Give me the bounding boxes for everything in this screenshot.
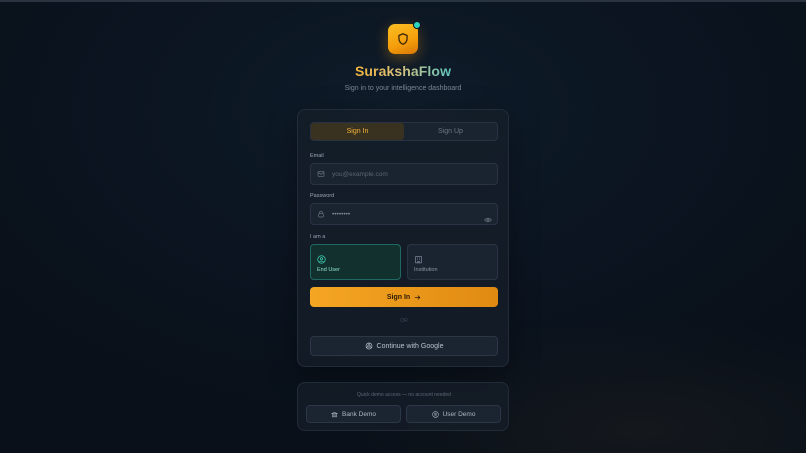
or-divider: OR [400, 318, 408, 324]
auth-card: Sign In Sign Up Email Password I am a [297, 109, 509, 367]
google-sign-in-button[interactable]: Continue with Google [310, 336, 498, 356]
email-label: Email [310, 153, 324, 159]
password-field-wrapper[interactable] [310, 203, 498, 225]
email-field-wrapper[interactable] [310, 163, 498, 185]
role-label-end-user: End User [317, 267, 340, 273]
building-icon [414, 251, 423, 264]
arrow-right-icon [414, 294, 421, 300]
user-demo-label: User Demo [442, 410, 476, 418]
bank-demo-button[interactable]: Bank Demo [306, 405, 401, 423]
app-logo [388, 21, 421, 54]
sign-in-button-label: Sign In [386, 293, 411, 301]
bank-demo-label: Bank Demo [342, 410, 376, 418]
role-option-end-user[interactable]: End User [310, 244, 401, 280]
tab-sign-in[interactable]: Sign In [311, 123, 404, 140]
sign-in-button[interactable]: Sign In [310, 287, 498, 307]
password-input[interactable] [332, 210, 482, 218]
demo-access-card: Quick demo access — no account needed Ba… [297, 382, 509, 431]
app-tagline: Sign in to your intelligence dashboard [344, 85, 462, 92]
email-input[interactable] [332, 170, 482, 178]
user-icon [431, 410, 439, 418]
bank-icon [331, 411, 339, 417]
role-label: I am a [310, 234, 326, 240]
user-circle-icon [317, 251, 326, 264]
google-button-label: Continue with Google [376, 342, 444, 350]
top-border [0, 0, 806, 2]
tab-sign-up[interactable]: Sign Up [404, 123, 497, 140]
password-label: Password [310, 193, 335, 199]
role-option-institution[interactable]: Institution [407, 244, 498, 280]
mail-icon [317, 170, 325, 178]
app-title: SurakshaFlow [354, 63, 452, 79]
shield-icon [398, 33, 408, 45]
role-label-institution: Institution [414, 267, 438, 273]
user-demo-button[interactable]: User Demo [406, 405, 501, 423]
demo-note: Quick demo access — no account needed [357, 392, 451, 398]
eye-icon[interactable] [484, 211, 492, 222]
status-dot [413, 21, 421, 29]
lock-icon [317, 210, 325, 218]
google-icon [365, 342, 372, 350]
auth-tabs: Sign In Sign Up [310, 122, 498, 141]
